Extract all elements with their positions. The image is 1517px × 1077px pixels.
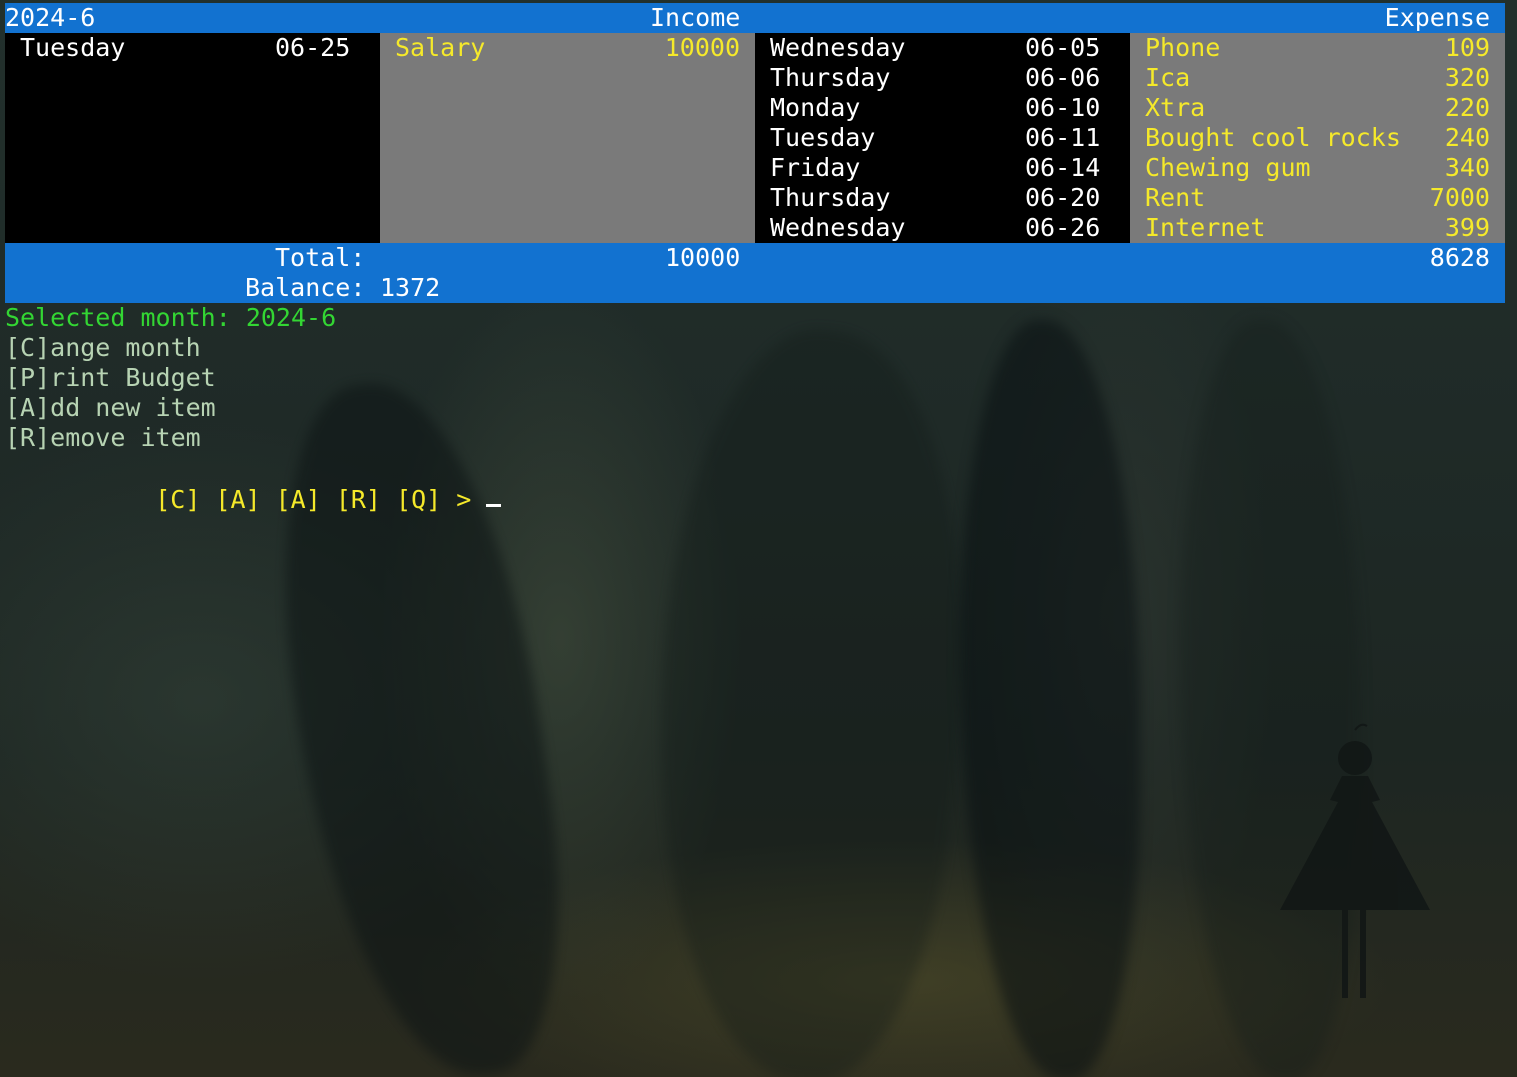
expense-date-day: Friday xyxy=(770,153,861,182)
income-date-date: 06-25 xyxy=(275,33,351,62)
expense-date-date: 06-06 xyxy=(1025,63,1101,92)
income-dates-panel: Tuesday 06-25 xyxy=(5,33,380,243)
month-title: 2024-6 xyxy=(5,3,96,32)
expense-item-name: Bought cool rocks xyxy=(1145,123,1401,152)
main-menu: Selected month: 2024-6 [C]ange month [P]… xyxy=(5,303,336,453)
expense-date-date: 06-20 xyxy=(1025,183,1101,212)
expense-date-date: 06-05 xyxy=(1025,33,1101,62)
income-item-name: Salary xyxy=(395,33,486,62)
expense-date-day: Thursday xyxy=(770,63,891,92)
expense-date-date: 06-10 xyxy=(1025,93,1101,122)
expense-item-amount: 109 xyxy=(1444,33,1490,62)
selected-month-text: Selected month: 2024-6 xyxy=(5,303,337,332)
expense-items-panel: Phone 109 Ica 320 Xtra 220 Bought cool r… xyxy=(1130,33,1505,243)
balance-label: Balance: xyxy=(245,273,366,302)
expense-item-name: Xtra xyxy=(1145,93,1206,122)
totals-bar: Total: 10000 8628 Balance: 1372 xyxy=(5,243,1505,303)
income-total: 10000 xyxy=(665,243,741,272)
expense-item-name: Internet xyxy=(1145,213,1266,242)
expense-item-name: Chewing gum xyxy=(1145,153,1311,182)
menu-item-print-budget[interactable]: [P]rint Budget xyxy=(5,363,336,393)
income-items-panel: Salary 10000 xyxy=(380,33,755,243)
expense-item-amount: 240 xyxy=(1444,123,1490,152)
expense-item-amount: 220 xyxy=(1444,93,1490,122)
total-label: Total: xyxy=(275,243,366,272)
income-item-amount: 10000 xyxy=(664,33,740,62)
expense-date-day: Wednesday xyxy=(770,33,906,62)
text-cursor xyxy=(486,490,502,507)
expense-date-day: Thursday xyxy=(770,183,891,212)
terminal-window[interactable]: 2024-6 Income Expense Tuesday 06-25 Sala… xyxy=(0,0,1517,1077)
expense-item-amount: 320 xyxy=(1444,63,1490,92)
expense-date-day: Wednesday xyxy=(770,213,906,242)
expense-item-name: Ica xyxy=(1145,63,1191,92)
expense-item-name: Rent xyxy=(1145,183,1206,212)
balance-value: 1372 xyxy=(380,273,441,302)
expense-date-day: Tuesday xyxy=(770,123,876,152)
menu-item-remove-item[interactable]: [R]emove item xyxy=(5,423,336,453)
menu-item-change-month[interactable]: [C]ange month xyxy=(5,333,336,363)
expense-item-amount: 7000 xyxy=(1429,183,1490,212)
income-label: Income xyxy=(650,3,741,32)
menu-item-add-item[interactable]: [A]dd new item xyxy=(5,393,336,423)
expense-total: 8628 xyxy=(1429,243,1490,272)
expense-dates-panel: Wednesday 06-05 Thursday 06-06 Monday 06… xyxy=(755,33,1130,243)
expense-item-amount: 340 xyxy=(1444,153,1490,182)
prompt-text: [C] [A] [A] [R] [Q] > xyxy=(155,485,487,514)
expense-date-date: 06-11 xyxy=(1025,123,1101,152)
silhouette-figure-icon xyxy=(1280,723,1430,998)
expense-date-date: 06-26 xyxy=(1025,213,1101,242)
income-date-day: Tuesday xyxy=(20,33,126,62)
expense-date-date: 06-14 xyxy=(1025,153,1101,182)
expense-date-day: Monday xyxy=(770,93,861,122)
command-prompt[interactable]: [C] [A] [A] [R] [Q] > xyxy=(95,455,502,514)
expense-label: Expense xyxy=(1384,3,1490,32)
expense-item-amount: 399 xyxy=(1444,213,1490,242)
expense-item-name: Phone xyxy=(1145,33,1221,62)
background-tree-shape xyxy=(960,320,1140,1077)
background-tree-shape xyxy=(627,318,993,1077)
header-bar: 2024-6 Income Expense xyxy=(5,3,1505,33)
